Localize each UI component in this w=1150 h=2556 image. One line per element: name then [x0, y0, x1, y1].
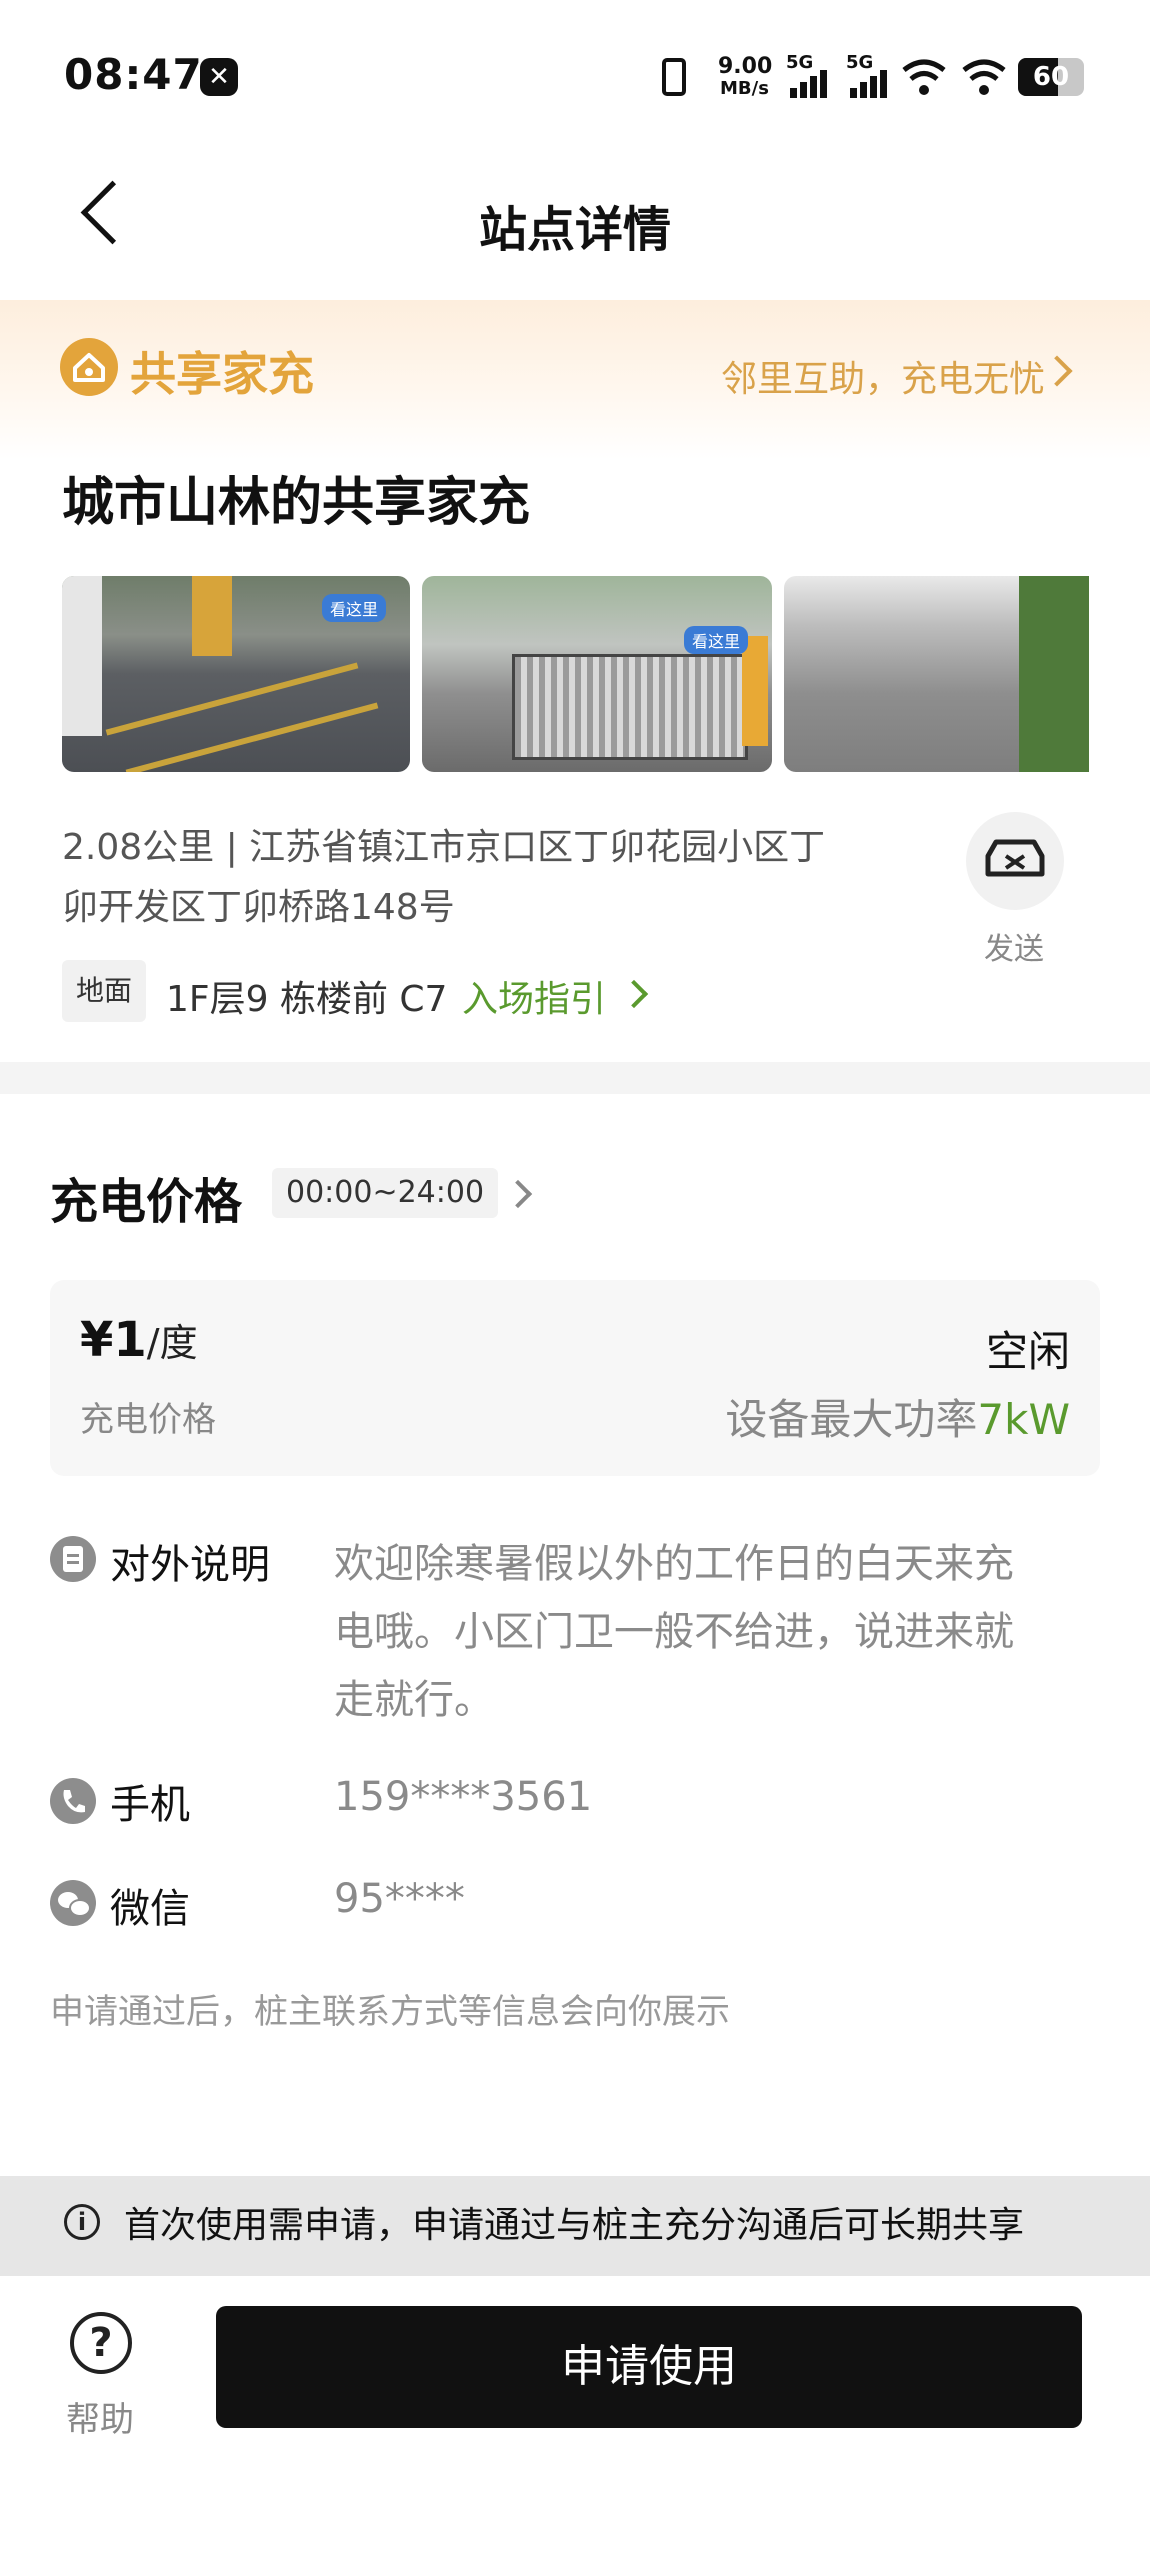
address-line-2: 卯开发区丁卯桥路148号 — [62, 887, 455, 928]
signal-icon-2 — [850, 70, 887, 98]
price-section-title: 充电价格 — [50, 1174, 243, 1230]
apply-button[interactable]: 申请使用 — [216, 2306, 1082, 2428]
info-circle-icon: i — [64, 2204, 100, 2240]
price-value: ¥1/度 — [80, 1312, 198, 1368]
send-label: 发送 — [984, 932, 1044, 967]
signal-icon-1 — [790, 70, 827, 98]
station-address: 2.08公里 | 江苏省镇江市京口区丁卯花园小区丁 卯开发区丁卯桥路148号 — [62, 818, 882, 938]
wechat-value: 95**** — [334, 1876, 465, 1922]
help-label: 帮助 — [66, 2400, 134, 2440]
chevron-right-icon — [619, 979, 649, 1009]
status-time: 08:47 — [64, 50, 203, 99]
description-text: 欢迎除寒暑假以外的工作日的白天来充 电哦。小区门卫一般不给进，说进来就 走就行。 — [334, 1541, 1014, 1723]
phone-label: 手机 — [110, 1782, 190, 1828]
price-label: 充电价格 — [80, 1400, 216, 1440]
station-name: 城市山林的共享家充 — [62, 473, 531, 533]
notification-app-icon: ✕ — [200, 58, 238, 96]
description-label: 对外说明 — [110, 1542, 270, 1588]
wechat-label: 微信 — [110, 1886, 190, 1932]
send-to-car-button[interactable] — [966, 812, 1064, 910]
phone-value: 159****3561 — [334, 1774, 593, 1820]
battery-icon: 60 — [1018, 58, 1084, 96]
wifi-icon-2 — [962, 59, 1006, 95]
station-photo-2[interactable]: 看这里 — [422, 576, 772, 772]
station-photo-1[interactable]: 看这里 — [62, 576, 410, 772]
net-speed-value: 9.00 — [718, 54, 773, 79]
notice-text: 首次使用需申请，申请通过与桩主充分沟通后可长期共享 — [124, 2205, 1025, 2246]
wechat-icon — [50, 1880, 96, 1926]
contact-note: 申请通过后，桩主联系方式等信息会向你展示 — [50, 1992, 730, 2032]
price-time-range[interactable]: 00:00~24:00 — [272, 1168, 499, 1218]
document-icon — [50, 1536, 96, 1582]
max-power: 设备最大功率7kW — [725, 1395, 1070, 1444]
chevron-right-icon[interactable] — [503, 1179, 533, 1209]
battery-level: 60 — [1032, 62, 1070, 92]
photo-badge: 看这里 — [683, 626, 748, 654]
address-line-1: 2.08公里 | 江苏省镇江市京口区丁卯花园小区丁 — [62, 827, 826, 868]
home-icon — [60, 338, 118, 396]
entry-guide-link[interactable]: 入场指引 — [462, 970, 606, 1022]
charger-status: 空闲 — [985, 1327, 1070, 1376]
page-title: 站点详情 — [478, 202, 671, 258]
wifi-icon-1 — [902, 59, 946, 95]
photo-badge: 看这里 — [321, 594, 386, 622]
help-button[interactable]: ? 帮助 — [56, 2306, 150, 2446]
car-icon — [985, 839, 1045, 877]
banner-slogan[interactable]: 邻里互助，充电无忧 — [721, 350, 1045, 402]
station-photo-3[interactable] — [784, 576, 1089, 772]
floor-location: 1F层9 栋楼前 C7 — [166, 979, 448, 1020]
floor-tag: 地面 — [62, 960, 147, 1022]
price-card: ¥1/度 充电价格 空闲 设备最大功率7kW — [50, 1280, 1100, 1476]
net-speed-unit: MB/s — [720, 78, 769, 99]
vibrate-icon — [662, 58, 686, 96]
phone-icon — [50, 1778, 96, 1824]
banner-title: 共享家充 — [130, 347, 314, 401]
section-divider — [0, 1062, 1150, 1094]
help-icon: ? — [70, 2312, 132, 2374]
